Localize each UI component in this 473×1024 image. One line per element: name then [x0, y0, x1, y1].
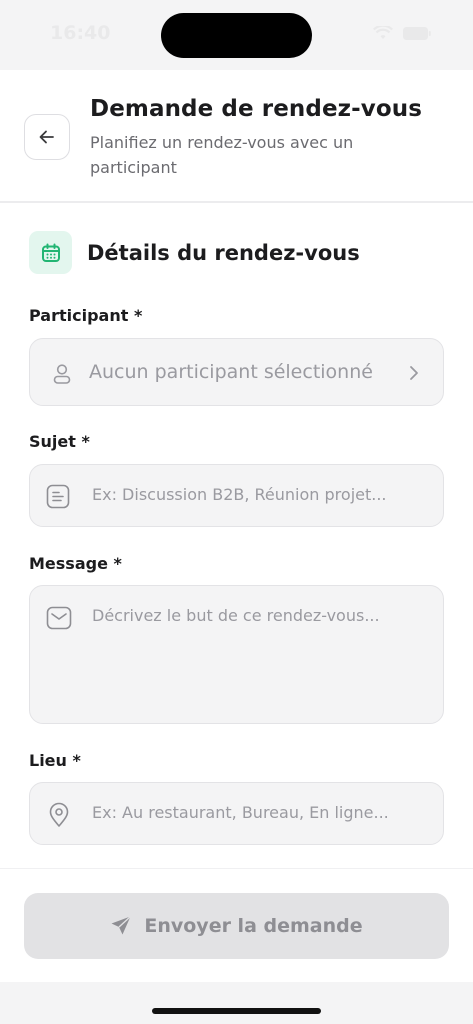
appointment-request-screen: Demande de rendez-vous Planifiez un rend… [0, 70, 473, 868]
page-title: Demande de rendez-vous [90, 96, 423, 122]
submit-label: Envoyer la demande [144, 915, 363, 937]
participant-label: Participant * [29, 306, 143, 325]
location-label: Lieu * [29, 751, 81, 770]
chevron-right-icon [410, 366, 418, 380]
calendar-badge [29, 231, 72, 274]
home-indicator [152, 1008, 321, 1014]
page-header: Demande de rendez-vous Planifiez un rend… [0, 70, 473, 203]
document-icon [46, 484, 70, 509]
subject-label: Sujet * [29, 432, 90, 451]
subject-input[interactable]: Ex: Discussion B2B, Réunion projet... [29, 464, 444, 527]
submit-request-button[interactable]: Envoyer la demande [24, 893, 449, 959]
map-pin-icon [49, 802, 69, 827]
back-button[interactable] [24, 114, 70, 160]
message-textarea[interactable]: Décrivez le but de ce rendez-vous... [29, 585, 444, 724]
participant-selector[interactable]: Aucun participant sélectionné [29, 338, 444, 406]
battery-icon [403, 27, 431, 40]
message-placeholder: Décrivez le but de ce rendez-vous... [92, 606, 380, 625]
wifi-icon [373, 26, 393, 39]
arrow-left-icon [39, 130, 54, 144]
section-title: Détails du rendez-vous [87, 240, 360, 265]
send-icon [111, 915, 132, 935]
mail-icon [46, 606, 72, 630]
participant-placeholder: Aucun participant sélectionné [89, 361, 373, 383]
location-input[interactable]: Ex: Au restaurant, Bureau, En ligne... [29, 782, 444, 845]
subject-placeholder: Ex: Discussion B2B, Réunion projet... [92, 485, 387, 504]
user-icon [53, 364, 71, 384]
calendar-icon [41, 243, 60, 262]
message-label: Message * [29, 554, 122, 573]
page-subtitle: Planifiez un rendez-vous avec un partici… [90, 133, 354, 177]
status-icons [373, 26, 431, 41]
status-time: 16:40 [50, 22, 111, 44]
section-header: Détails du rendez-vous [29, 231, 360, 274]
location-placeholder: Ex: Au restaurant, Bureau, En ligne... [92, 803, 389, 822]
footer-bar: Envoyer la demande [0, 868, 473, 982]
dynamic-island [161, 13, 312, 58]
status-bar: 16:40 [0, 0, 473, 70]
